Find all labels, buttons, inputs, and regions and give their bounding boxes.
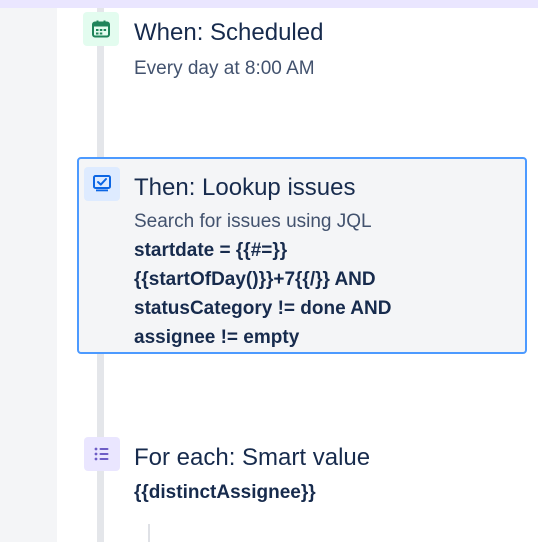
- trigger-title: When: Scheduled: [134, 19, 324, 46]
- branch-step-for-each[interactable]: For each: Smart value {{distinctAssignee…: [0, 425, 538, 515]
- rule-flow-connector: [148, 524, 150, 542]
- jql-query-line: assignee != empty: [134, 327, 300, 348]
- branch-title: For each: Smart value: [134, 444, 371, 471]
- calendar-icon: [83, 12, 119, 46]
- trigger-step-scheduled[interactable]: When: Scheduled Every day at 8:00 AM: [0, 0, 538, 120]
- branch-smart-value: {{distinctAssignee}}: [134, 482, 316, 503]
- lookup-issues-icon: [84, 167, 120, 201]
- jql-query-line: {{startOfDay()}}+7{{/}} AND: [134, 269, 376, 290]
- trigger-schedule-text: Every day at 8:00 AM: [134, 58, 315, 79]
- jql-query-line: statusCategory != done AND: [134, 298, 392, 319]
- jql-query-line: startdate = {{#=}}: [134, 240, 288, 261]
- action-description: Search for issues using JQL: [134, 211, 372, 232]
- list-icon: [84, 437, 120, 471]
- action-title: Then: Lookup issues: [134, 174, 356, 201]
